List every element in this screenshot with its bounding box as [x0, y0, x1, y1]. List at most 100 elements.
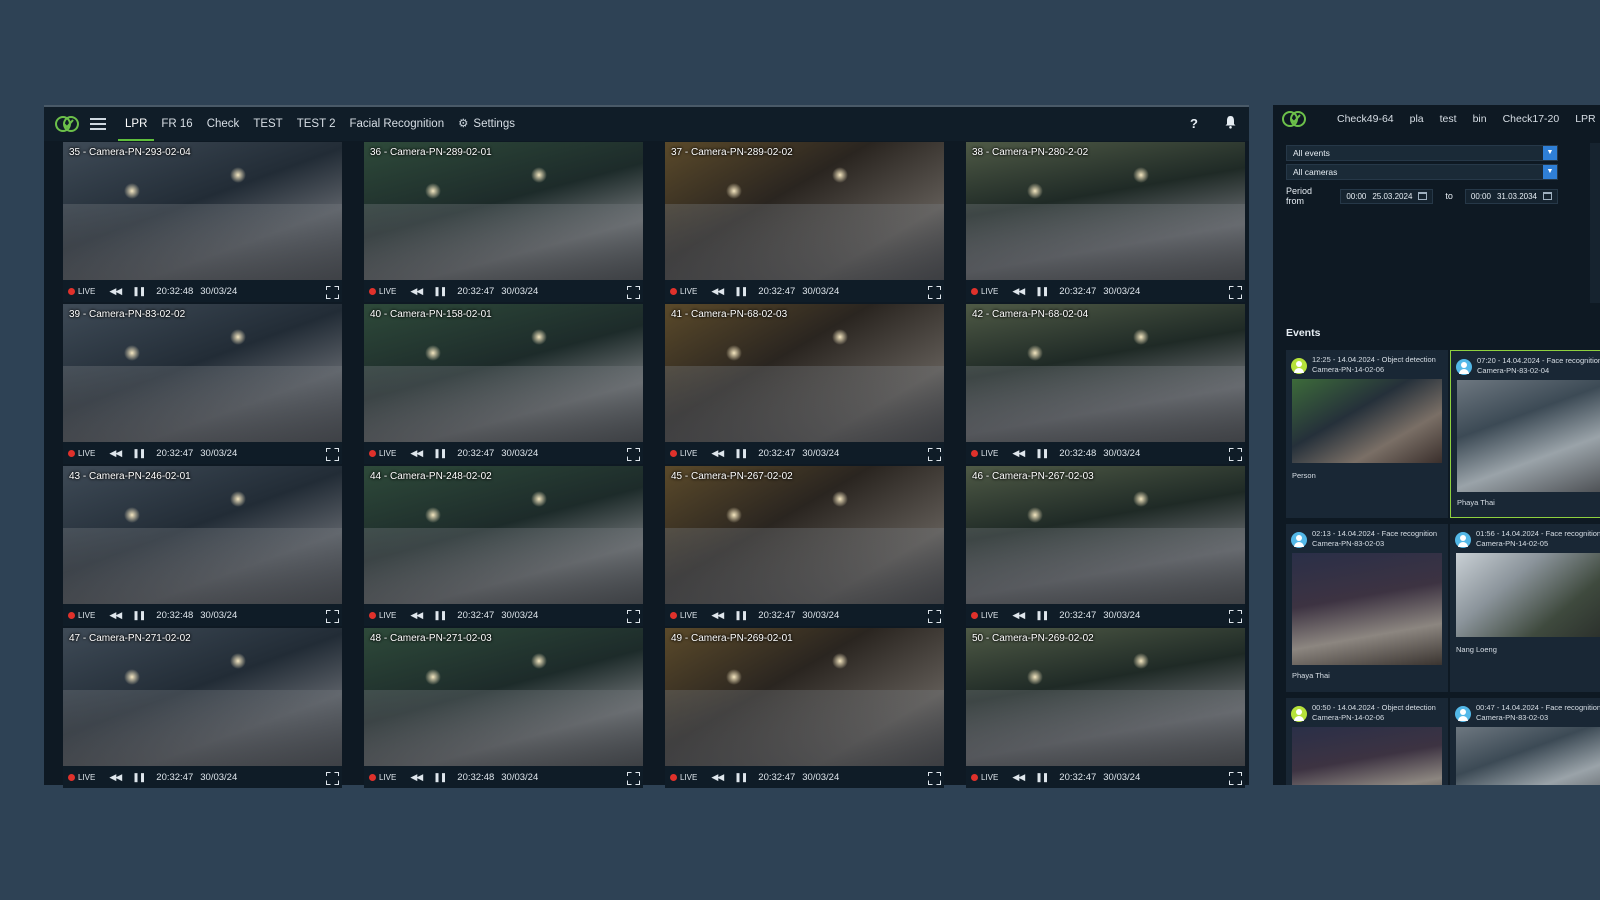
- bell-icon[interactable]: [1221, 115, 1239, 133]
- fullscreen-icon[interactable]: [928, 610, 939, 621]
- pause-icon[interactable]: ❚❚: [433, 448, 447, 459]
- rewind-icon[interactable]: ◀◀: [1012, 448, 1025, 459]
- tab-settings[interactable]: ⚙ Settings: [451, 107, 522, 141]
- camera-feed[interactable]: 42 - Camera-PN-68-02-04: [966, 304, 1245, 442]
- fullscreen-icon[interactable]: [928, 448, 939, 459]
- pause-icon[interactable]: ❚❚: [1035, 610, 1049, 621]
- live-button[interactable]: LIVE: [68, 449, 95, 458]
- live-button[interactable]: LIVE: [971, 287, 998, 296]
- logo-icon[interactable]: [54, 114, 80, 134]
- fullscreen-icon[interactable]: [326, 772, 337, 783]
- help-icon[interactable]: ?: [1185, 115, 1203, 133]
- period-to-field[interactable]: 00:00 31.03.2034: [1464, 188, 1558, 204]
- side-tab-check17-20[interactable]: Check17-20: [1495, 113, 1568, 125]
- fullscreen-icon[interactable]: [627, 286, 638, 297]
- rewind-icon[interactable]: ◀◀: [711, 286, 724, 297]
- live-button[interactable]: LIVE: [971, 449, 998, 458]
- camera-feed[interactable]: 44 - Camera-PN-248-02-02: [364, 466, 643, 604]
- fullscreen-icon[interactable]: [326, 286, 337, 297]
- pause-icon[interactable]: ❚❚: [734, 448, 748, 459]
- pause-icon[interactable]: ❚❚: [132, 610, 146, 621]
- side-tab-pla[interactable]: pla: [1402, 113, 1432, 125]
- rewind-icon[interactable]: ◀◀: [109, 448, 122, 459]
- fullscreen-icon[interactable]: [1229, 772, 1240, 783]
- rewind-icon[interactable]: ◀◀: [410, 772, 423, 783]
- period-from-field[interactable]: 00:00 25.03.2024: [1340, 188, 1434, 204]
- side-tab-lpr[interactable]: LPR: [1567, 113, 1600, 125]
- tab-check[interactable]: Check: [200, 107, 247, 141]
- event-card[interactable]: 12:25 - 14.04.2024 - Object detection Cam…: [1286, 350, 1448, 518]
- camera-feed[interactable]: 38 - Camera-PN-280-2-02: [966, 142, 1245, 280]
- live-button[interactable]: LIVE: [369, 449, 396, 458]
- camera-feed[interactable]: 40 - Camera-PN-158-02-01: [364, 304, 643, 442]
- fullscreen-icon[interactable]: [627, 772, 638, 783]
- pause-icon[interactable]: ❚❚: [734, 286, 748, 297]
- event-card[interactable]: 00:50 - 14.04.2024 - Object detection Cam…: [1286, 698, 1448, 785]
- live-button[interactable]: LIVE: [68, 773, 95, 782]
- event-card-selected[interactable]: 07:20 - 14.04.2024 - Face recognition Cam…: [1450, 350, 1600, 518]
- fullscreen-icon[interactable]: [1229, 610, 1240, 621]
- pause-icon[interactable]: ❚❚: [433, 610, 447, 621]
- side-tab-test[interactable]: test: [1432, 113, 1465, 125]
- live-button[interactable]: LIVE: [670, 611, 697, 620]
- live-button[interactable]: LIVE: [670, 287, 697, 296]
- camera-feed[interactable]: 49 - Camera-PN-269-02-01: [665, 628, 944, 766]
- side-tab-check49-64[interactable]: Check49-64: [1329, 113, 1402, 125]
- live-button[interactable]: LIVE: [971, 773, 998, 782]
- live-button[interactable]: LIVE: [68, 287, 95, 296]
- rewind-icon[interactable]: ◀◀: [711, 448, 724, 459]
- rewind-icon[interactable]: ◀◀: [711, 772, 724, 783]
- cameras-select[interactable]: All cameras ▼: [1286, 164, 1558, 180]
- live-button[interactable]: LIVE: [369, 611, 396, 620]
- live-button[interactable]: LIVE: [670, 449, 697, 458]
- pause-icon[interactable]: ❚❚: [132, 772, 146, 783]
- pause-icon[interactable]: ❚❚: [433, 286, 447, 297]
- rewind-icon[interactable]: ◀◀: [109, 772, 122, 783]
- pause-icon[interactable]: ❚❚: [1035, 772, 1049, 783]
- tab-test[interactable]: TEST: [246, 107, 289, 141]
- pause-icon[interactable]: ❚❚: [734, 610, 748, 621]
- camera-feed[interactable]: 37 - Camera-PN-289-02-02: [665, 142, 944, 280]
- rewind-icon[interactable]: ◀◀: [410, 286, 423, 297]
- fullscreen-icon[interactable]: [1229, 448, 1240, 459]
- rewind-icon[interactable]: ◀◀: [410, 610, 423, 621]
- rewind-icon[interactable]: ◀◀: [1012, 772, 1025, 783]
- tab-fr16[interactable]: FR 16: [154, 107, 199, 141]
- rewind-icon[interactable]: ◀◀: [1012, 610, 1025, 621]
- pause-icon[interactable]: ❚❚: [433, 772, 447, 783]
- events-select[interactable]: All events ▼: [1286, 145, 1558, 161]
- camera-feed[interactable]: 48 - Camera-PN-271-02-03: [364, 628, 643, 766]
- pause-icon[interactable]: ❚❚: [734, 772, 748, 783]
- menu-icon[interactable]: [90, 115, 106, 133]
- live-button[interactable]: LIVE: [369, 287, 396, 296]
- side-tab-bin[interactable]: bin: [1465, 113, 1495, 125]
- pause-icon[interactable]: ❚❚: [132, 286, 146, 297]
- fullscreen-icon[interactable]: [326, 448, 337, 459]
- pause-icon[interactable]: ❚❚: [132, 448, 146, 459]
- fullscreen-icon[interactable]: [928, 286, 939, 297]
- rewind-icon[interactable]: ◀◀: [109, 610, 122, 621]
- camera-feed[interactable]: 36 - Camera-PN-289-02-01: [364, 142, 643, 280]
- rewind-icon[interactable]: ◀◀: [410, 448, 423, 459]
- fullscreen-icon[interactable]: [1229, 286, 1240, 297]
- side-scrollbar[interactable]: [1590, 143, 1600, 303]
- camera-feed[interactable]: 43 - Camera-PN-246-02-01: [63, 466, 342, 604]
- camera-feed[interactable]: 41 - Camera-PN-68-02-03: [665, 304, 944, 442]
- pause-icon[interactable]: ❚❚: [1035, 286, 1049, 297]
- tab-facial-recognition[interactable]: Facial Recognition: [342, 107, 451, 141]
- live-button[interactable]: LIVE: [369, 773, 396, 782]
- camera-feed[interactable]: 39 - Camera-PN-83-02-02: [63, 304, 342, 442]
- fullscreen-icon[interactable]: [627, 448, 638, 459]
- rewind-icon[interactable]: ◀◀: [109, 286, 122, 297]
- event-card[interactable]: 02:13 - 14.04.2024 - Face recognition Cam…: [1286, 524, 1448, 692]
- camera-feed[interactable]: 35 - Camera-PN-293-02-04: [63, 142, 342, 280]
- fullscreen-icon[interactable]: [928, 772, 939, 783]
- camera-feed[interactable]: 46 - Camera-PN-267-02-03: [966, 466, 1245, 604]
- live-button[interactable]: LIVE: [971, 611, 998, 620]
- live-button[interactable]: LIVE: [68, 611, 95, 620]
- rewind-icon[interactable]: ◀◀: [711, 610, 724, 621]
- pause-icon[interactable]: ❚❚: [1035, 448, 1049, 459]
- tab-lpr[interactable]: LPR: [118, 107, 155, 141]
- fullscreen-icon[interactable]: [326, 610, 337, 621]
- camera-feed[interactable]: 50 - Camera-PN-269-02-02: [966, 628, 1245, 766]
